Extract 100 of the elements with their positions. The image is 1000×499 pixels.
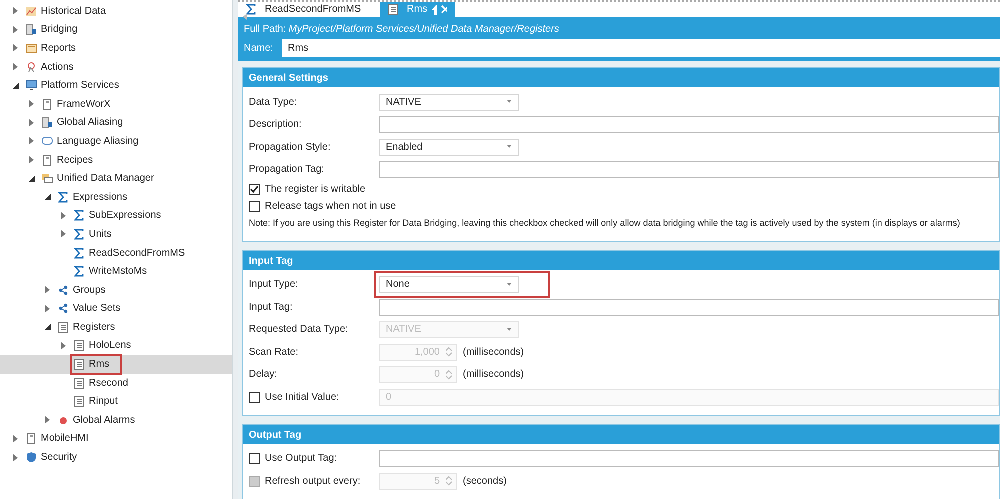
chart-icon (26, 6, 37, 17)
tree-item-label[interactable]: Recipes (57, 152, 94, 168)
number-field: 1,000 (379, 344, 457, 361)
expand-icon[interactable] (12, 44, 18, 52)
sigma-icon (246, 4, 257, 15)
unit-label: (seconds) (463, 474, 507, 489)
folder-icon (42, 173, 53, 184)
checkbox[interactable] (249, 184, 260, 195)
expand-icon[interactable] (60, 342, 66, 350)
tree-item-label[interactable]: Platform Services (41, 78, 120, 94)
tree-item-label[interactable]: Rsecond (89, 376, 128, 391)
expand-icon[interactable] (44, 304, 50, 313)
expand-icon[interactable] (12, 7, 18, 16)
document-icon (74, 340, 85, 352)
tree-item-label[interactable]: Unified Data Manager (57, 171, 154, 186)
close-icon[interactable] (441, 5, 447, 14)
tree-item-label[interactable]: Global Aliasing (57, 115, 124, 130)
checkbox-label: Refresh output every: (265, 474, 361, 489)
checkbox-label: Use Output Tag: (265, 452, 338, 466)
field-label: Scan Rate: (249, 346, 300, 360)
scroll-left-icon[interactable] (243, 14, 248, 20)
text-field[interactable] (379, 161, 999, 178)
tree-item-label[interactable]: MobileHMI (41, 431, 89, 446)
caret-icon (507, 100, 512, 104)
tree-item-label[interactable]: Rinput (89, 394, 118, 410)
field-label: Propagation Tag: (249, 163, 326, 178)
expand-icon[interactable] (12, 454, 18, 462)
alarm-icon (58, 414, 69, 426)
path-label: Full Path: (244, 22, 286, 36)
expand-icon[interactable] (28, 156, 34, 164)
text-field[interactable] (379, 298, 999, 316)
sigma-icon (74, 266, 85, 278)
expand-icon[interactable] (44, 286, 50, 294)
tree-item-label[interactable]: ReadSecondFromMS (89, 246, 186, 261)
name-field[interactable]: Rms (282, 39, 1000, 57)
note-text: Note: If you are using this Register for Data Bridging, leaving this checkbox checked will only allow data bridging while the tag is actively used by the system (in displays or alarms) (248, 217, 962, 230)
collapse-icon[interactable] (12, 82, 18, 90)
expand-icon[interactable] (12, 434, 18, 443)
tree-item-label[interactable]: Units (89, 226, 112, 242)
collapse-icon[interactable] (44, 323, 50, 332)
tree-item-label[interactable]: Historical Data (41, 4, 106, 19)
nodes-icon (58, 284, 69, 296)
checkbox-label: Use Initial Value: (265, 390, 340, 405)
envelope-icon (26, 42, 37, 54)
document-icon (388, 4, 399, 15)
unit-label: (milliseconds) (463, 368, 524, 382)
tree-item-label[interactable]: Actions (41, 60, 74, 75)
expand-icon[interactable] (28, 100, 34, 108)
expand-icon[interactable] (12, 63, 18, 72)
module-icon (26, 24, 37, 36)
document-icon (74, 378, 85, 389)
pin-icon[interactable] (432, 4, 438, 14)
caret-icon (507, 145, 512, 150)
shield-icon (26, 452, 37, 464)
tree-item-label[interactable]: Value Sets (73, 301, 121, 316)
tree-item-label[interactable]: Reports (41, 40, 76, 56)
dropdown[interactable]: None (379, 276, 519, 294)
expand-icon[interactable] (44, 416, 50, 424)
expand-icon[interactable] (28, 118, 34, 127)
caret-icon (507, 282, 512, 287)
expand-icon[interactable] (12, 26, 18, 34)
tree-item-label[interactable]: Registers (73, 320, 116, 335)
section-header: Output Tag (243, 424, 999, 444)
field-label: Input Type: (249, 278, 300, 292)
dropdown[interactable]: Enabled (379, 138, 519, 156)
tree-item-label[interactable]: Rms (89, 357, 110, 372)
field-label: Description: (249, 118, 303, 132)
device-icon (42, 154, 53, 166)
tree-item-label[interactable]: Groups (73, 282, 106, 298)
caret-icon (507, 328, 512, 332)
sigma-icon (74, 228, 85, 240)
expand-icon[interactable] (60, 230, 66, 238)
monitor-icon (26, 80, 37, 92)
sigma-icon (58, 192, 69, 203)
text-field[interactable] (379, 450, 999, 468)
collapse-icon[interactable] (28, 174, 34, 183)
tree-item-label[interactable]: Expressions (73, 190, 128, 205)
sigma-icon (74, 248, 85, 259)
document-icon (58, 322, 69, 333)
tree-item-label[interactable]: WriteMstoMs (89, 264, 148, 280)
tree-item-label[interactable]: Security (41, 450, 78, 466)
dropdown[interactable]: NATIVE (379, 94, 519, 111)
nodes-icon (58, 303, 69, 314)
document-icon (74, 359, 85, 370)
checkbox[interactable] (249, 453, 260, 464)
field-label: Requested Data Type: (249, 323, 350, 338)
tree-item-label[interactable]: SubExpressions (89, 208, 162, 224)
text-field[interactable] (379, 116, 999, 134)
expand-icon[interactable] (60, 212, 66, 220)
collapse-icon[interactable] (44, 193, 50, 202)
checkbox-label: The register is writable (265, 183, 366, 197)
tree-item-label[interactable]: Bridging (41, 22, 78, 38)
section-header: General Settings (243, 68, 999, 87)
expand-icon[interactable] (28, 137, 34, 146)
tree-item-label[interactable]: FrameWorX (57, 96, 111, 112)
tree-item-label[interactable]: HoloLens (89, 338, 132, 354)
tree-item-label[interactable]: Global Alarms (73, 412, 136, 428)
dropdown: NATIVE (379, 321, 519, 338)
tree-item-label[interactable]: Language Aliasing (57, 134, 139, 149)
checkbox[interactable] (249, 201, 260, 212)
